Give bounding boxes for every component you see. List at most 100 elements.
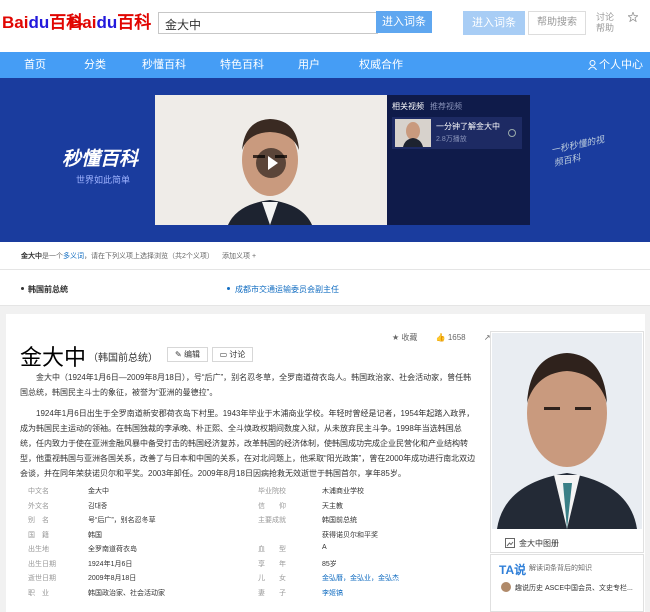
info-value: 韩国政治家、社会活动家 [88, 589, 165, 597]
discuss-link-label: 讨论 [596, 12, 615, 22]
page-title: 金大中 [20, 346, 87, 371]
info-key: 血 型 [258, 546, 286, 553]
related-thumb-portrait [403, 122, 423, 147]
logo2-du-text: du [96, 13, 118, 32]
like-button[interactable]: 👍 1658 [436, 333, 474, 342]
edit-button[interactable]: ✎ 编辑 [167, 347, 208, 362]
info-key: 妻 子 [258, 589, 286, 597]
nav-item-home[interactable]: 首页 [24, 52, 46, 78]
polysemy-link[interactable]: 多义词 [63, 253, 84, 260]
info-value: 2009年8月18日 [88, 575, 137, 582]
help-link-label: 帮助 [596, 23, 615, 33]
info-key: 信 仰 [258, 502, 286, 510]
nav-item-featured[interactable]: 特色百科 [220, 52, 264, 78]
sense-current: 韩国前总统 [28, 285, 68, 294]
sense-other-link[interactable]: 成都市交通运输委员会副主任 [235, 284, 339, 295]
info-value: 金大中 [88, 488, 109, 495]
info-value: 1924年1月6日 [88, 560, 133, 568]
sense-selector: 韩国前总统 成都市交通运输委员会副主任 [0, 270, 650, 306]
favorite-button[interactable]: ★ 收藏 [392, 333, 425, 342]
biography-paragraph: 1924年1月6日出生于全罗南道新安郡荷衣岛下村里。1943年毕业于木浦商业学校… [20, 409, 476, 478]
info-value[interactable]: 李姬镐 [322, 588, 343, 598]
refresh-icon[interactable] [508, 129, 516, 137]
related-video-card[interactable]: 一分钟了解金大中 2.8万播放 [392, 117, 522, 149]
ta-shuo-desc: 解读词条背后的知识 [529, 565, 592, 572]
info-value: 木浦商业学校 [322, 488, 364, 495]
info-key: 毕业院校 [258, 488, 286, 495]
info-value: 号“后广”，别名忍冬草 [88, 517, 156, 524]
info-key: 职 业 [28, 589, 49, 597]
discuss-link[interactable]: 讨论 帮助 [596, 12, 614, 34]
edit-label: 编辑 [183, 350, 200, 359]
info-key: 儿 女 [258, 575, 286, 582]
video-banner: 秒懂百科 世界如此简单 一秒秒懂的视频百科 相关视频 推荐视频 一分钟了解金大中 … [0, 78, 650, 242]
polysemy-text2: ，请在下列义项上选择浏览（共2个义项） [84, 253, 214, 260]
info-value: 韩国前总统 [322, 517, 357, 524]
polysemy-text1: 是一个 [42, 253, 63, 260]
info-value: 全罗南道荷衣岛 [88, 546, 137, 553]
nav-item-category[interactable]: 分类 [84, 52, 106, 78]
page-subtitle: （韩国前总统） [88, 353, 158, 364]
album-photo[interactable] [492, 333, 642, 529]
favorite-label: 收藏 [401, 333, 418, 342]
star-icon[interactable] [628, 12, 638, 22]
nav-item-authority[interactable]: 权威合作 [359, 52, 403, 78]
main-nav: 首页 分类 秒懂百科 特色百科 用户 权威合作 个人中心 [0, 52, 650, 78]
info-value: A [322, 544, 327, 551]
info-value: 天主教 [322, 502, 343, 510]
enter-entry-button[interactable]: 进入词条 [376, 11, 432, 33]
tab-related-videos[interactable]: 相关视频 [392, 102, 424, 111]
discuss-button[interactable]: ▭ 讨论 [212, 347, 253, 362]
tab-recommended-videos[interactable]: 推荐视频 [430, 102, 462, 111]
baidu-baike-logo-secondary[interactable]: Baidu百科 [70, 8, 151, 33]
polysemy-text: 金大中是一个多义词，请在下列义项上选择浏览（共2个义项） [21, 251, 214, 261]
info-key: 中文名 [28, 488, 49, 495]
related-video-plays: 2.8万播放 [436, 136, 467, 143]
add-sense-label: 添加义项 [222, 253, 250, 260]
play-icon[interactable] [256, 148, 286, 178]
logo2-bai-text: Bai [70, 13, 97, 32]
album-card[interactable]: 金大中图册 [490, 331, 644, 553]
info-value: 获得诺贝尔和平奖 [322, 531, 378, 539]
polysemy-term: 金大中 [21, 253, 42, 260]
bullet-icon [21, 287, 24, 290]
bullet-icon-link [227, 287, 230, 290]
user-icon [588, 60, 597, 70]
info-key: 享 年 [258, 560, 286, 568]
logo-du-text: du [28, 13, 50, 32]
info-row: 职 业 韩国政治家、社会活动家 妻 子 李姬镐 [20, 588, 476, 604]
portrait-photo [492, 333, 642, 529]
nav-item-miaodong[interactable]: 秒懂百科 [142, 52, 186, 78]
help-search-button[interactable]: 帮助搜索 [528, 11, 586, 35]
info-value: 韩国 [88, 531, 102, 539]
info-value: 85岁 [322, 560, 337, 568]
user-center-link[interactable]: 个人中心 [599, 52, 643, 78]
info-key: 出生地 [28, 546, 49, 553]
ta-shuo-item[interactable]: 趣说历史 ASCE中国会员、文史专栏... [515, 583, 633, 593]
ta-shuo-card[interactable]: TA说 解读词条背后的知识 趣说历史 ASCE中国会员、文史专栏... [490, 554, 644, 612]
logo2-baike-text: 百科 [117, 13, 152, 32]
handwritten-slogan: 一秒秒懂的视频百科 [550, 134, 606, 168]
info-key: 出生日期 [28, 560, 56, 568]
discuss-label: 讨论 [229, 350, 246, 359]
search-input[interactable]: 金大中 [158, 12, 378, 34]
miaodong-logo: 秒懂百科 [62, 149, 139, 170]
like-count: 1658 [447, 333, 466, 342]
avatar [501, 582, 511, 592]
add-sense-button[interactable]: 添加义项 + [222, 251, 256, 261]
album-icon [505, 538, 515, 548]
polysemy-notice: 金大中是一个多义词，请在下列义项上选择浏览（共2个义项） 添加义项 + [0, 242, 650, 270]
video-player[interactable] [155, 95, 387, 225]
info-key: 逝世日期 [28, 575, 56, 582]
enter-entry-button-secondary[interactable]: 进入词条 [463, 11, 525, 35]
info-key: 国 籍 [28, 531, 49, 539]
info-key: 外文名 [28, 502, 49, 510]
info-key: 别 名 [28, 517, 49, 524]
related-video-thumbnail [395, 119, 431, 147]
album-label: 金大中图册 [519, 539, 559, 548]
top-bar: Baidu百科 Baidu百科 金大中 进入词条 进入词条 帮助搜索 讨论 帮助 [0, 0, 650, 52]
related-video-title: 一分钟了解金大中 [436, 122, 500, 131]
ta-shuo-logo: TA说 [499, 563, 527, 577]
nav-item-user[interactable]: 用户 [298, 52, 320, 78]
info-value[interactable]: 金弘曆，金弘业，金弘杰 [322, 573, 399, 583]
